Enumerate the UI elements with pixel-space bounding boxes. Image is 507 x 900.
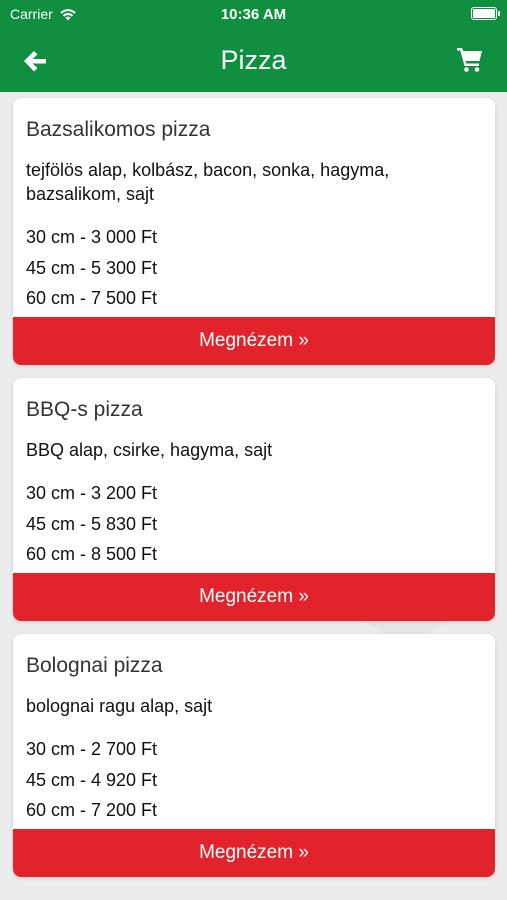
pizza-card: Bolognai pizza bolognai ragu alap, sajt … — [13, 634, 495, 877]
view-button[interactable]: Megnézem » — [13, 829, 495, 877]
pizza-name: Bazsalikomos pizza — [26, 118, 211, 141]
view-button[interactable]: Megnézem » — [13, 317, 495, 365]
pizza-card: Bazsalikomos pizza tejfölös alap, kolbás… — [13, 98, 495, 365]
battery-icon — [471, 7, 500, 20]
pizza-list[interactable]: Bazsalikomos pizza tejfölös alap, kolbás… — [0, 92, 507, 900]
cart-button[interactable] — [455, 44, 485, 74]
page-title: Pizza — [220, 45, 287, 75]
price-item: 30 cm - 2 700 Ft — [26, 739, 158, 759]
pizza-description: bolognai ragu alap, sajt — [26, 696, 213, 716]
price-item: 45 cm - 5 300 Ft — [26, 257, 158, 278]
price-item: 30 cm - 3 200 Ft — [26, 483, 158, 503]
pizza-name: Bolognai pizza — [26, 654, 163, 677]
price-item: 60 cm - 7 500 Ft — [26, 288, 158, 308]
price-item: 45 cm - 4 920 Ft — [26, 769, 158, 790]
price-item: 30 cm - 3 000 Ft — [26, 227, 158, 247]
price-list: 30 cm - 3 000 Ft 45 cm - 5 300 Ft 60 cm … — [26, 222, 157, 314]
price-list: 30 cm - 3 200 Ft 45 cm - 5 830 Ft 60 cm … — [26, 478, 157, 570]
price-list: 30 cm - 2 700 Ft 45 cm - 4 920 Ft 60 cm … — [26, 734, 157, 826]
app-header: Carrier 10:36 AM Pizza — [0, 0, 507, 92]
pizza-description: BBQ alap, csirke, hagyma, sajt — [26, 440, 273, 460]
shopping-cart-icon — [457, 48, 482, 72]
price-item: 60 cm - 8 500 Ft — [26, 544, 158, 564]
nav-bar: Pizza — [0, 28, 507, 92]
status-time: 10:36 AM — [220, 6, 287, 23]
pizza-card: BBQ-s pizza BBQ alap, csirke, hagyma, sa… — [13, 378, 495, 621]
status-bar: Carrier 10:36 AM — [0, 0, 507, 28]
pizza-name: BBQ-s pizza — [26, 398, 143, 421]
price-item: 60 cm - 7 200 Ft — [26, 800, 158, 820]
view-button[interactable]: Megnézem » — [13, 573, 495, 621]
price-item: 45 cm - 5 830 Ft — [26, 513, 158, 534]
pizza-description: tejfölös alap, kolbász, bacon, sonka, ha… — [26, 160, 390, 204]
